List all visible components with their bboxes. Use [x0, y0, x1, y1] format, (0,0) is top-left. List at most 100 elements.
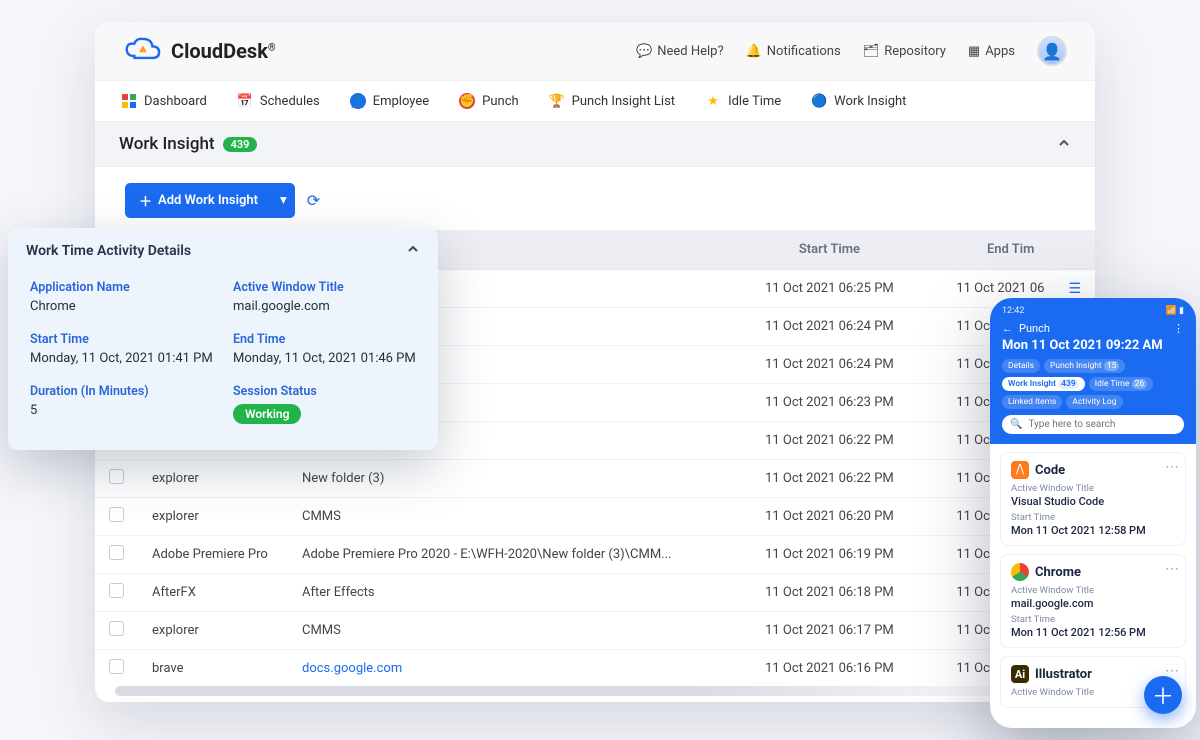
tab-idle-time[interactable]: ★Idle Time — [705, 93, 781, 109]
phone-back-label[interactable]: Punch — [1019, 322, 1050, 335]
chip-activity-log[interactable]: Activity Log — [1066, 395, 1122, 409]
tab-schedules[interactable]: 📅Schedules — [237, 93, 320, 109]
field-session-status: Session Status Working — [233, 384, 416, 424]
horizontal-scrollbar[interactable] — [115, 686, 1075, 696]
row-checkbox[interactable] — [109, 659, 124, 674]
bell-icon: 🔔 — [746, 44, 762, 59]
cell-app: AfterFX — [138, 574, 288, 612]
chevron-up-icon[interactable] — [1057, 135, 1071, 154]
app-icon — [1011, 563, 1029, 581]
row-checkbox[interactable] — [109, 583, 124, 598]
card-value: Visual Studio Code — [1011, 495, 1175, 508]
phone-header: 12:42 📶 ▮ ← Punch ⋮ Mon 11 Oct 2021 09:2… — [990, 298, 1196, 444]
apps-link[interactable]: ▦ Apps — [968, 44, 1015, 59]
activity-details-popover: Work Time Activity Details Application N… — [8, 228, 438, 450]
section-header[interactable]: Work Insight 439 — [95, 122, 1095, 167]
cell-start: 11 Oct 2021 06:19 PM — [734, 536, 924, 574]
chip-idle-time[interactable]: Idle Time 26 — [1089, 377, 1153, 391]
cell-title[interactable]: docs.google.com — [288, 650, 734, 681]
app-icon: Ai — [1011, 665, 1029, 683]
help-link[interactable]: 💬 Need Help? — [636, 44, 724, 59]
field-window-title: Active Window Title mail.google.com — [233, 280, 416, 314]
add-work-insight-button[interactable]: ＋ Add Work Insight — [125, 183, 272, 218]
mobile-preview: 12:42 📶 ▮ ← Punch ⋮ Mon 11 Oct 2021 09:2… — [990, 298, 1196, 728]
chevron-down-icon: ▾ — [280, 193, 287, 208]
cell-title: Adobe Premiere Pro 2020 - E:\WFH-2020\Ne… — [288, 536, 734, 574]
cell-title: CMMS — [288, 612, 734, 650]
repository-link[interactable]: 🗂 Repository — [863, 44, 946, 59]
app-icon: ⧸⧹ — [1011, 461, 1029, 479]
refresh-button[interactable]: ⟳ — [307, 191, 320, 210]
cell-title: After Effects — [288, 574, 734, 612]
row-checkbox[interactable] — [109, 621, 124, 636]
brand-name: CloudDesk® — [171, 39, 276, 63]
add-button-group: ＋ Add Work Insight ▾ — [125, 183, 295, 218]
app-header: CloudDesk® 💬 Need Help? 🔔 Notifications … — [95, 22, 1095, 81]
tab-employee[interactable]: 👤Employee — [350, 93, 429, 109]
cell-start: 11 Oct 2021 06:17 PM — [734, 612, 924, 650]
popover-title: Work Time Activity Details — [26, 243, 191, 259]
card-title: Code — [1035, 463, 1065, 478]
phone-search-input[interactable] — [1028, 419, 1176, 430]
cell-start: 11 Oct 2021 06:20 PM — [734, 498, 924, 536]
tab-dashboard[interactable]: Dashboard — [121, 93, 207, 109]
row-checkbox[interactable] — [109, 507, 124, 522]
chip-linked-items[interactable]: Linked Items — [1002, 395, 1062, 409]
chip-details[interactable]: Details — [1002, 359, 1040, 373]
cell-start: 11 Oct 2021 06:18 PM — [734, 574, 924, 612]
cell-app: brave — [138, 650, 288, 681]
cell-app: explorer — [138, 612, 288, 650]
tab-work-insight[interactable]: 🔵Work Insight — [811, 93, 906, 109]
cell-app: explorer — [138, 498, 288, 536]
table-row[interactable]: bravedocs.google.com11 Oct 2021 06:16 PM… — [95, 650, 1095, 681]
table-row[interactable]: Adobe Premiere ProAdobe Premiere Pro 202… — [95, 536, 1095, 574]
notifications-link[interactable]: 🔔 Notifications — [746, 44, 841, 59]
kebab-icon[interactable]: ⋮ — [1173, 322, 1184, 335]
cell-start: 11 Oct 2021 06:24 PM — [734, 308, 924, 346]
plus-icon: ＋ — [1152, 679, 1174, 711]
popover-header[interactable]: Work Time Activity Details — [8, 228, 438, 274]
field-duration: Duration (In Minutes) 5 — [30, 384, 213, 424]
chat-icon: 💬 — [636, 44, 652, 59]
chip-punch-insight[interactable]: Punch Insight 15 — [1044, 359, 1125, 373]
phone-timestamp: Mon 11 Oct 2021 09:22 AM — [1002, 338, 1184, 353]
phone-search[interactable]: 🔍 — [1002, 415, 1184, 434]
row-checkbox[interactable] — [109, 545, 124, 560]
fab-add-button[interactable]: ＋ — [1144, 676, 1182, 714]
col-end-time[interactable]: End Tim — [924, 230, 1054, 270]
brand: CloudDesk® — [123, 37, 276, 65]
field-end-time: End Time Monday, 11 Oct, 2021 01:46 PM — [233, 332, 416, 366]
phone-card[interactable]: ⋯ChromeActive Window Titlemail.google.co… — [1000, 554, 1186, 648]
table-row[interactable]: explorerCMMS11 Oct 2021 06:20 PM11 Oct 2… — [95, 498, 1095, 536]
plus-icon: ＋ — [139, 191, 152, 210]
tabbar: Dashboard 📅Schedules 👤Employee ✊Punch 🏆P… — [95, 81, 1095, 122]
cell-start: 11 Oct 2021 06:16 PM — [734, 650, 924, 681]
chip-work-insight[interactable]: Work Insight 439 — [1002, 377, 1085, 391]
cell-start: 11 Oct 2021 06:24 PM — [734, 346, 924, 384]
col-start-time[interactable]: Start Time — [734, 230, 924, 270]
card-sublabel: Start Time — [1011, 512, 1175, 523]
search-icon: 🔍 — [1010, 419, 1022, 430]
avatar[interactable]: 👤 — [1037, 36, 1067, 66]
table-row[interactable]: explorerNew folder (3)11 Oct 2021 06:22 … — [95, 460, 1095, 498]
kebab-icon[interactable]: ⋯ — [1165, 459, 1179, 475]
kebab-icon[interactable]: ⋯ — [1165, 561, 1179, 577]
table-row[interactable]: explorerCMMS11 Oct 2021 06:17 PM11 Oct 2… — [95, 612, 1095, 650]
tab-punch-insight[interactable]: 🏆Punch Insight List — [549, 93, 675, 109]
tab-punch[interactable]: ✊Punch — [459, 93, 519, 109]
field-start-time: Start Time Monday, 11 Oct, 2021 01:41 PM — [30, 332, 213, 366]
cell-app: Adobe Premiere Pro — [138, 536, 288, 574]
row-action-icon[interactable]: ☰ — [1068, 281, 1081, 297]
count-badge: 439 — [223, 137, 258, 152]
status-pill: Working — [233, 404, 301, 424]
row-checkbox[interactable] — [109, 469, 124, 484]
cell-start: 11 Oct 2021 06:22 PM — [734, 460, 924, 498]
star-icon: ★ — [705, 93, 721, 109]
card-title: Chrome — [1035, 565, 1081, 580]
back-arrow-icon[interactable]: ← — [1002, 322, 1013, 335]
refresh-icon: ⟳ — [307, 191, 320, 210]
chevron-up-icon[interactable] — [406, 242, 420, 260]
table-row[interactable]: AfterFXAfter Effects11 Oct 2021 06:18 PM… — [95, 574, 1095, 612]
phone-card[interactable]: ⋯⧸⧹CodeActive Window TitleVisual Studio … — [1000, 452, 1186, 546]
add-dropdown-button[interactable]: ▾ — [272, 183, 295, 218]
